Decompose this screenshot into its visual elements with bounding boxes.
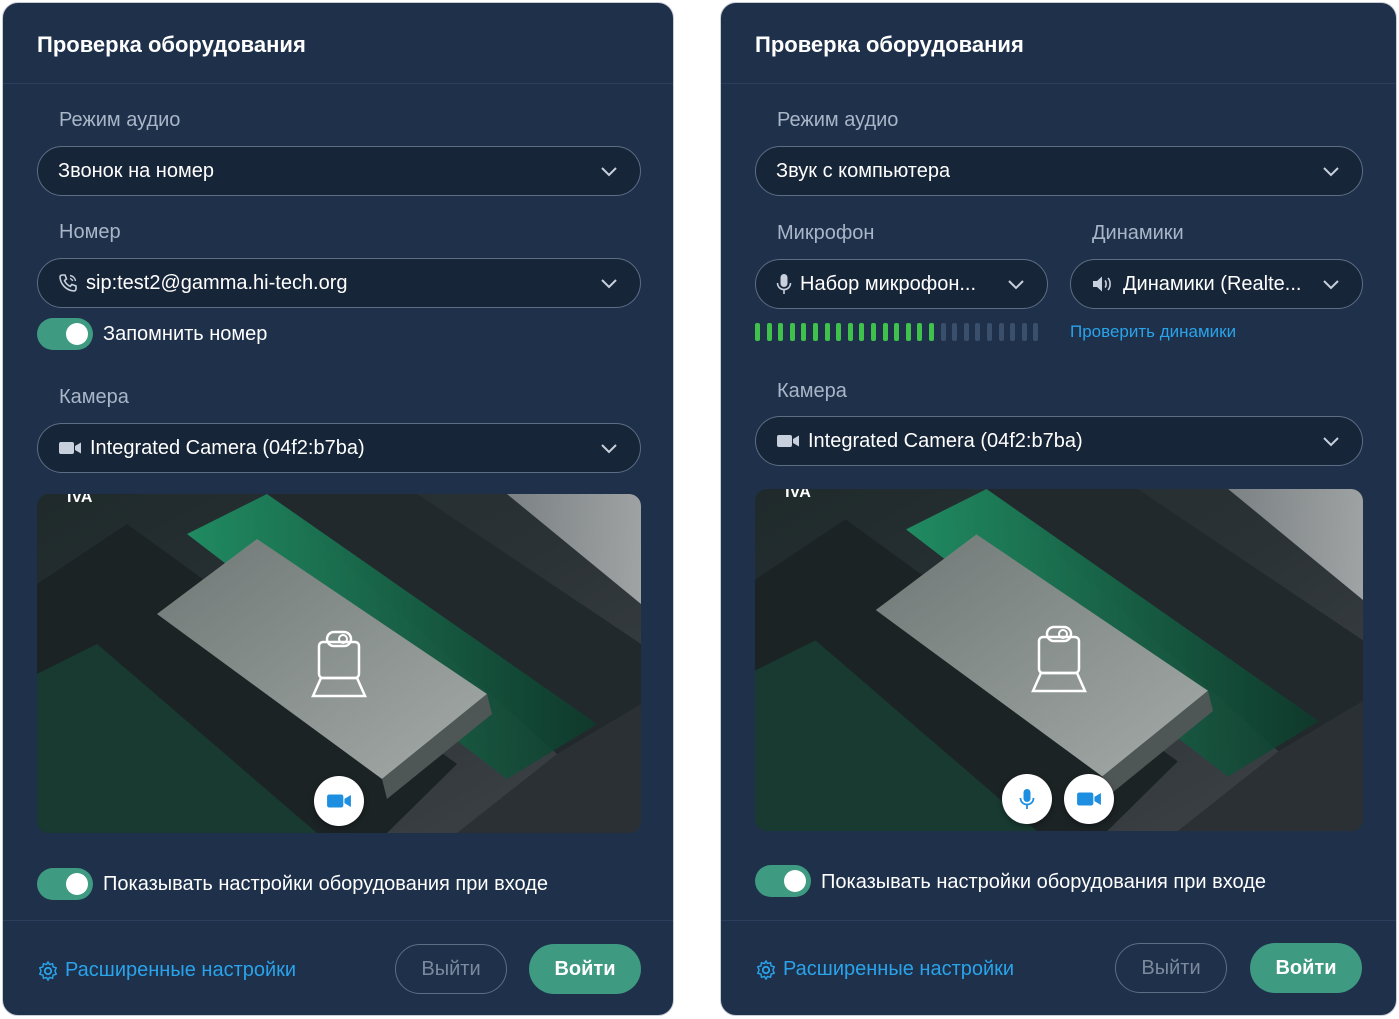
phone-icon [58, 273, 78, 293]
camera-value: Integrated Camera (04f2:b7ba) [90, 436, 365, 459]
show-settings-label: Показывать настройки оборудования при вх… [103, 873, 548, 895]
chevron-down-icon [1008, 280, 1024, 290]
toggle-knob [66, 873, 88, 895]
level-bar [813, 323, 818, 341]
footer-divider [3, 920, 673, 921]
level-bar [975, 323, 981, 341]
gear-icon [39, 960, 57, 981]
hardware-check-panel-phone: Проверка оборудования Режим аудио Звонок… [2, 2, 674, 1016]
level-bar [871, 323, 876, 341]
camera-toggle-button[interactable] [1064, 774, 1114, 824]
header-divider [3, 83, 673, 84]
camera-label: Камера [777, 380, 847, 402]
level-bar [836, 323, 842, 341]
level-bar [859, 323, 865, 341]
level-bar [1033, 323, 1039, 341]
panel-title: Проверка оборудования [755, 32, 1024, 57]
audio-mode-value: Звонок на номер [58, 159, 214, 182]
level-bar [755, 323, 760, 341]
webcam-placeholder-icon [311, 630, 367, 698]
panel-title: Проверка оборудования [37, 32, 306, 57]
chevron-down-icon [1323, 280, 1339, 290]
microphone-icon [776, 273, 792, 295]
level-bar [894, 323, 900, 341]
chevron-down-icon [601, 444, 617, 454]
audio-mode-label: Режим аудио [777, 109, 899, 131]
level-bar [998, 323, 1004, 341]
microphone-level-meter [755, 323, 1045, 341]
remember-number-toggle[interactable] [37, 318, 93, 350]
video-camera-icon [776, 432, 800, 450]
video-camera-icon [58, 439, 82, 457]
camera-toggle-button[interactable] [314, 776, 364, 826]
exit-button[interactable]: Выйти [395, 944, 507, 994]
microphone-value: Набор микрофон... [800, 272, 977, 295]
microphone-toggle-button[interactable] [1002, 774, 1052, 824]
video-camera-icon [1077, 792, 1101, 806]
advanced-settings-link[interactable]: Расширенные настройки [37, 959, 296, 982]
exit-button[interactable]: Выйти [1115, 943, 1227, 993]
enter-button[interactable]: Войти [529, 944, 641, 994]
level-bar [963, 323, 969, 341]
webcam-placeholder-icon [1031, 625, 1087, 693]
level-bar [1021, 323, 1027, 341]
level-bar [801, 323, 807, 341]
number-value: sip:test2@gamma.hi-tech.org [86, 271, 348, 294]
level-bar [905, 323, 911, 341]
show-settings-toggle[interactable] [755, 865, 811, 897]
level-bar [1010, 323, 1016, 341]
check-speakers-link[interactable]: Проверить динамики [1070, 322, 1236, 342]
advanced-settings-link[interactable]: Расширенные настройки [755, 958, 1014, 981]
footer-divider [721, 920, 1396, 921]
camera-select[interactable]: Integrated Camera (04f2:b7ba) [37, 423, 641, 473]
show-settings-toggle[interactable] [37, 868, 93, 900]
gear-icon [757, 959, 775, 980]
camera-value: Integrated Camera (04f2:b7ba) [808, 429, 1083, 452]
level-bar [847, 323, 853, 341]
remember-number-label: Запомнить номер [103, 323, 268, 345]
level-bar [952, 323, 958, 341]
level-bar [929, 323, 934, 341]
audio-mode-select[interactable]: Звонок на номер [37, 146, 641, 196]
toggle-knob [66, 323, 88, 345]
level-bar [766, 323, 772, 341]
header-divider [721, 83, 1396, 84]
toggle-knob [784, 870, 806, 892]
speakers-label: Динамики [1092, 222, 1184, 244]
number-select[interactable]: sip:test2@gamma.hi-tech.org [37, 258, 641, 308]
svg-text:IVA: IVA [67, 494, 93, 506]
chevron-down-icon [1323, 437, 1339, 447]
audio-mode-label: Режим аудио [59, 109, 181, 131]
level-bar [778, 323, 784, 341]
enter-button[interactable]: Войти [1250, 943, 1362, 993]
audio-mode-value: Звук с компьютера [776, 159, 951, 182]
chevron-down-icon [601, 279, 617, 289]
svg-text:IVA: IVA [785, 489, 811, 501]
level-bar [940, 323, 946, 341]
camera-label: Камера [59, 386, 129, 408]
camera-preview: IVA [755, 489, 1363, 831]
microphone-select[interactable]: Набор микрофон... [755, 259, 1048, 309]
chevron-down-icon [1323, 167, 1339, 177]
advanced-settings-label: Расширенные настройки [783, 958, 1015, 980]
level-bar [824, 323, 830, 341]
audio-mode-select[interactable]: Звук с компьютера [755, 146, 1363, 196]
speakers-select[interactable]: Динамики (Realte... [1070, 259, 1363, 309]
hardware-check-panel-computer: Проверка оборудования Режим аудио Звук с… [720, 2, 1397, 1016]
microphone-label: Микрофон [777, 222, 875, 244]
level-bar [917, 323, 923, 341]
camera-preview: IVA [37, 494, 641, 833]
show-settings-label: Показывать настройки оборудования при вх… [821, 871, 1266, 893]
speaker-icon [1091, 274, 1115, 294]
level-bar [789, 323, 795, 341]
chevron-down-icon [601, 167, 617, 177]
speakers-value: Динамики (Realte... [1123, 272, 1302, 295]
microphone-icon [1019, 789, 1035, 809]
number-label: Номер [59, 221, 121, 243]
camera-select[interactable]: Integrated Camera (04f2:b7ba) [755, 416, 1363, 466]
level-bar [987, 323, 992, 341]
video-camera-icon [327, 794, 351, 808]
level-bar [882, 323, 888, 341]
advanced-settings-label: Расширенные настройки [65, 959, 297, 981]
